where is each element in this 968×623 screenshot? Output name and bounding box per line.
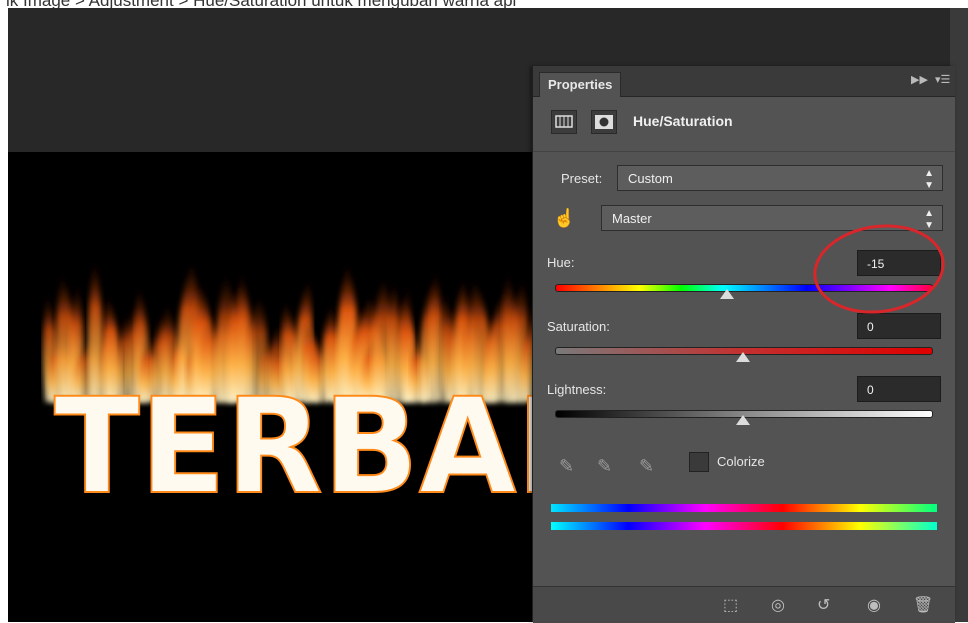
document-canvas[interactable]: TERBAK — [8, 152, 568, 622]
panel-title: Hue/Saturation — [633, 113, 733, 129]
adjustment-header: Hue/Saturation — [533, 97, 955, 152]
visibility-eye-icon[interactable]: ◉ — [867, 595, 881, 615]
reset-icon[interactable]: ↺ — [817, 595, 830, 615]
preset-select[interactable]: Custom ▲ ▼ — [617, 165, 943, 191]
saturation-input[interactable]: 0 — [857, 313, 941, 339]
targeted-adjustment-hand-icon[interactable]: ☝ — [553, 208, 575, 229]
colorize-checkbox[interactable] — [689, 452, 709, 472]
saturation-label: Saturation: — [547, 319, 610, 334]
lightness-label: Lightness: — [547, 382, 607, 397]
eyedropper-plus-icon[interactable]: ✎ — [597, 456, 612, 477]
select-arrows-icon: ▲ ▼ — [924, 168, 934, 191]
adjusted-color-bar — [551, 522, 937, 530]
double-arrow-icon[interactable]: ▶▶ — [911, 73, 928, 86]
properties-panel: Properties ▶▶ ▾☰ Hue/Saturation Preset: … — [532, 66, 955, 623]
delete-trash-icon[interactable]: 🗑 — [913, 595, 933, 615]
select-arrows-icon: ▲ ▼ — [924, 208, 934, 231]
channel-value: Master — [612, 211, 652, 226]
hue-label: Hue: — [547, 255, 575, 270]
panel-footer: ⬚ ◎ ↺ ◉ 🗑 — [533, 586, 955, 623]
clip-to-layer-icon[interactable]: ⬚ — [723, 595, 738, 615]
eyedropper-icon[interactable]: ✎ — [559, 456, 574, 477]
tab-properties[interactable]: Properties — [539, 72, 622, 97]
colorize-label: Colorize — [717, 454, 765, 469]
panel-menu-icon[interactable]: ▾☰ — [935, 73, 950, 86]
hue-slider-thumb[interactable] — [720, 289, 735, 299]
canvas-text: TERBAK — [54, 370, 568, 524]
saturation-slider-thumb[interactable] — [736, 352, 750, 362]
fire-text-artwork: TERBAK — [42, 255, 568, 525]
preset-label: Preset: — [561, 171, 603, 186]
lightness-input[interactable]: 0 — [857, 376, 941, 402]
view-previous-state-icon[interactable]: ◎ — [771, 595, 785, 615]
panel-tabbar: Properties ▶▶ ▾☰ — [533, 66, 955, 97]
lightness-slider-thumb[interactable] — [736, 415, 750, 425]
eyedropper-minus-icon[interactable]: ✎ — [639, 456, 654, 477]
adjustment-layer-icon[interactable] — [551, 110, 577, 134]
layer-mask-icon[interactable] — [591, 110, 617, 134]
preset-value: Custom — [628, 171, 673, 186]
source-color-bar — [551, 504, 937, 512]
